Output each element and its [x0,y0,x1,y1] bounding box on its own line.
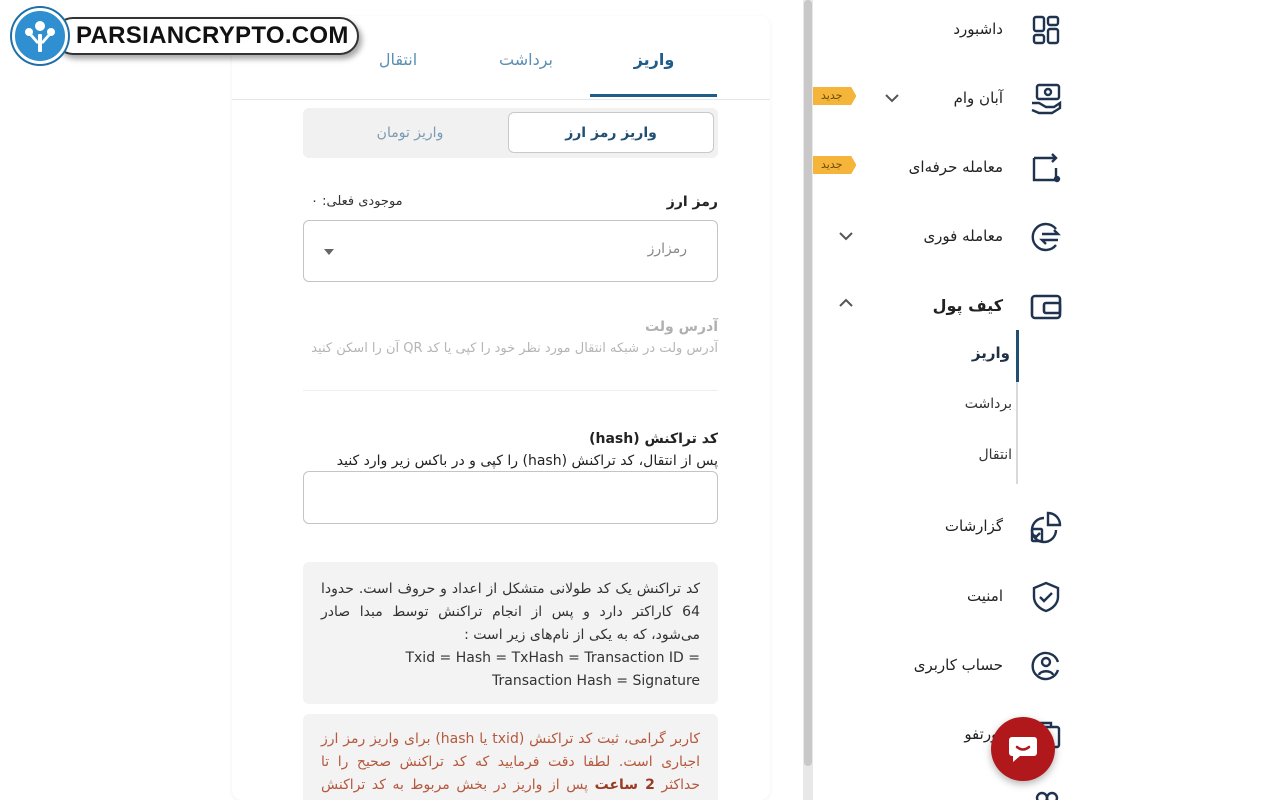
wallet-address-description: آدرس ولت در شبکه انتقال مورد نظر خود را … [311,341,718,356]
wallet-address-title: آدرس ولت [644,319,718,335]
sidebar-subitem-withdraw[interactable]: برداشت [965,396,1012,412]
main-scrollbar[interactable] [803,0,813,800]
sidebar-item-more[interactable] [813,778,1070,800]
deposit-type-switch: واریز رمز ارز واریز تومان [303,108,718,158]
hash-warning-box: کاربر گرامی، ثبت کد تراکنش (txid یا hash… [303,714,718,800]
tab-deposit[interactable]: واریز [590,50,718,69]
wallet-icon [1030,294,1062,320]
deposit-panel: واریز برداشت انتقال واریز رمز ارز واریز … [232,16,770,800]
hash-info-box: کد تراکنش یک کد طولانی متشکل از اعداد و … [303,562,718,704]
right-blank-area [1070,0,1280,800]
sidebar-label-wallet: کیف پول [932,296,1003,315]
sidebar-item-dashboard[interactable]: داشبورد [813,4,1070,54]
hash-info-text: کد تراکنش یک کد طولانی متشکل از اعداد و … [321,581,700,643]
user-account-icon [1031,651,1060,681]
sidebar-label-instant-trade: معامله فوری [923,227,1003,245]
hash-aliases: Txid = Hash = TxHash = Transaction ID = … [405,650,700,689]
sidebar-label-security: امنیت [967,587,1003,605]
sidebar-label-loan: آبان وام [953,89,1003,107]
shield-icon [1032,581,1060,613]
wallet-address-section: آدرس ولت آدرس ولت در شبکه انتقال مورد نظ… [303,316,718,360]
chevron-up-icon[interactable] [835,292,857,314]
current-balance: موجودی فعلی: ۰ [311,194,403,209]
new-badge: جدید [813,87,857,105]
users-icon [1035,791,1059,800]
sidebar-item-pro-trade[interactable]: معامله حرفه‌ای جدید [813,142,1070,192]
chat-bubble-icon [1009,737,1037,762]
sidebar-label-account: حساب کاربری [913,656,1003,674]
pro-trade-icon [1032,153,1061,183]
dropdown-arrow-icon [324,249,334,255]
scrollbar-thumb[interactable] [804,0,812,766]
currency-select-placeholder: رمزارز [647,241,687,257]
hash-input[interactable] [303,471,718,524]
currency-label: رمز ارز [666,194,718,210]
hash-instructions: پس از انتقال، کد تراکنش (hash) را کپی و … [336,453,718,469]
sidebar-label-pro-trade: معامله حرفه‌ای [908,158,1003,176]
toman-deposit-button[interactable]: واریز تومان [307,112,513,153]
support-chat-button[interactable] [991,717,1055,781]
chevron-down-icon[interactable] [881,87,903,109]
new-badge: جدید [813,156,857,174]
sidebar-item-wallet[interactable]: کیف پول [813,280,1070,330]
currency-label-row: رمز ارز موجودی فعلی: ۰ [303,194,718,214]
watermark-text: PARSIANCRYPTO.COM [54,17,359,55]
section-divider [303,390,718,391]
currency-select[interactable]: رمزارز [303,220,718,282]
dashboard-icon [1032,15,1060,45]
sidebar-item-security[interactable]: امنیت [813,571,1070,621]
crypto-deposit-button[interactable]: واریز رمز ارز [508,112,714,153]
sidebar: داشبورد آبان وام جدید معامله حرفه‌ای جدی… [813,0,1070,800]
hash-section: کد تراکنش (hash) پس از انتقال، کد تراکنش… [303,428,718,472]
sidebar-item-loan[interactable]: آبان وام جدید [813,73,1070,123]
money-hand-icon [1031,83,1062,115]
sidebar-item-instant-trade[interactable]: معامله فوری [813,211,1070,261]
sidebar-label-reports: گزارشات [944,517,1003,535]
chevron-down-icon[interactable] [835,225,857,247]
reports-chart-icon [1030,511,1062,544]
sidebar-subitem-transfer[interactable]: انتقال [978,447,1012,463]
hash-title: کد تراکنش (hash) [589,431,718,447]
watermark-logo: PARSIANCRYPTO.COM [12,8,359,64]
submenu-active-indicator [1016,330,1019,382]
tab-withdraw[interactable]: برداشت [462,50,590,69]
exchange-icon [1031,222,1061,252]
tree-logo-icon [12,8,68,64]
active-tab-indicator [590,94,717,97]
sidebar-label-dashboard: داشبورد [953,20,1003,38]
sidebar-subitem-deposit[interactable]: واریز [972,344,1010,362]
warning-time-limit: 2 ساعت [594,777,655,793]
sidebar-item-account[interactable]: حساب کاربری [813,640,1070,690]
sidebar-item-reports[interactable]: گزارشات [813,501,1070,551]
